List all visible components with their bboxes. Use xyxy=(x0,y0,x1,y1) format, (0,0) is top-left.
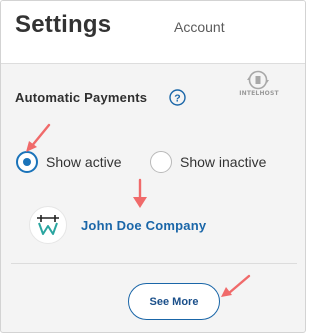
question-circle-icon[interactable]: ? xyxy=(169,89,186,106)
watermark-logo-icon xyxy=(247,70,269,90)
company-list-item[interactable]: John Doe Company xyxy=(29,205,206,245)
radio-unselected-icon[interactable] xyxy=(150,151,172,173)
show-inactive-radio[interactable]: Show inactive xyxy=(150,150,266,174)
show-inactive-label: Show inactive xyxy=(180,154,267,170)
settings-panel: Settings Account Automatic Payments ? IN… xyxy=(0,0,306,333)
annotation-arrow-icon xyxy=(26,123,51,152)
intelhost-watermark: INTELHOST xyxy=(237,69,281,101)
tab-account[interactable]: Account xyxy=(174,19,225,35)
annotation-arrow-icon xyxy=(133,178,147,208)
see-more-button[interactable]: See More xyxy=(128,283,220,320)
show-active-label: Show active xyxy=(46,154,122,170)
company-logo xyxy=(29,206,67,244)
annotation-arrow-icon xyxy=(221,274,251,297)
section-title: Automatic Payments xyxy=(15,90,148,105)
settings-header: Settings Account xyxy=(1,1,305,64)
svg-text:?: ? xyxy=(174,92,180,104)
company-name-link[interactable]: John Doe Company xyxy=(81,218,206,233)
divider xyxy=(11,263,297,264)
company-logo-icon xyxy=(37,215,59,235)
watermark-text: INTELHOST xyxy=(239,90,279,97)
page-title: Settings xyxy=(15,11,112,38)
